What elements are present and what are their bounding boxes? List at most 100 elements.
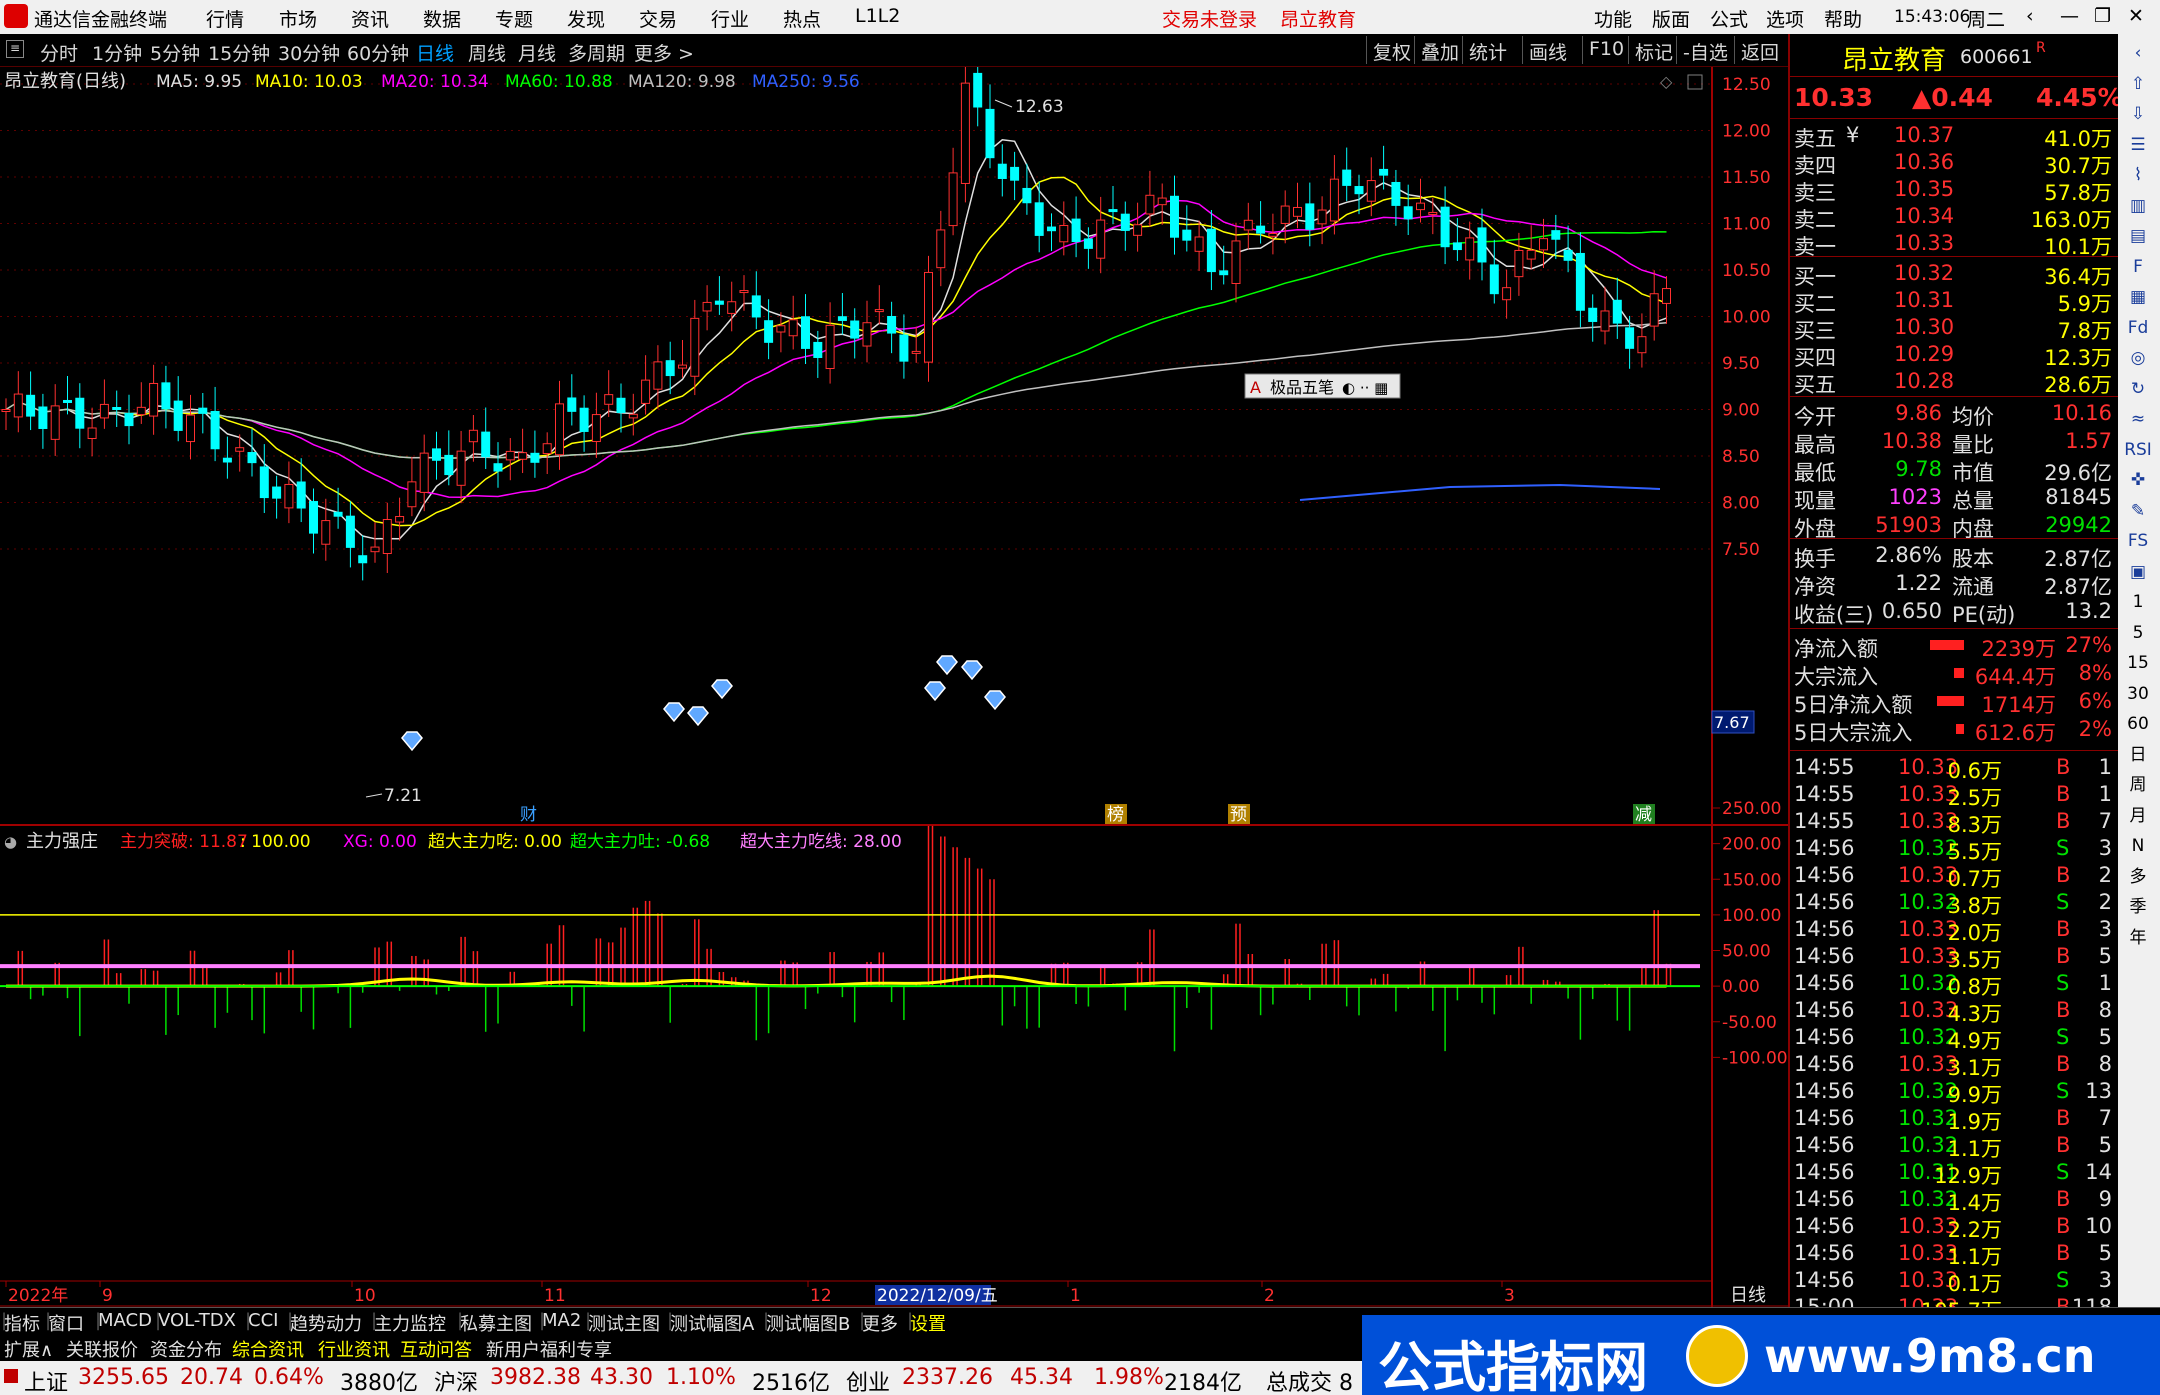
diamond-icon[interactable]: ◇	[1660, 72, 1673, 91]
menu-market[interactable]: 市场	[279, 5, 317, 32]
flow-label[interactable]: 5日大宗流入	[1794, 717, 1912, 747]
period-shortcut-25[interactable]: 月	[2122, 801, 2154, 831]
menu-info[interactable]: 资讯	[351, 5, 389, 32]
menu-help[interactable]: 帮助	[1824, 5, 1862, 32]
tab-period-intraday[interactable]: 分时	[40, 39, 78, 66]
period-shortcut-23[interactable]: 日	[2122, 740, 2154, 770]
tab-period-weekly[interactable]: 周线	[468, 39, 506, 66]
menu-formula[interactable]: 公式	[1710, 5, 1748, 32]
menu-quotes[interactable]: 行情	[206, 5, 244, 32]
event-marker-list[interactable]: 榜	[1107, 805, 1124, 825]
collapse-icon[interactable]: ‹	[2122, 38, 2154, 68]
menu-industry[interactable]: 行业	[711, 5, 749, 32]
event-marker-finance[interactable]: 财	[520, 805, 537, 825]
period-shortcut-29[interactable]: 年	[2122, 923, 2154, 953]
extension-tab[interactable]: 资金分布	[150, 1336, 222, 1362]
extension-tab[interactable]: 综合资讯	[232, 1336, 304, 1362]
tab-period-more[interactable]: 更多 >	[634, 39, 694, 66]
restore-icon[interactable]: ❐	[2094, 5, 2111, 27]
menu-layout[interactable]: 版面	[1652, 5, 1690, 32]
event-marker-reduce[interactable]: 减	[1635, 805, 1652, 825]
mark-button[interactable]: 标记	[1628, 36, 1679, 64]
ime-icon[interactable]: A	[1250, 378, 1261, 397]
flow-label[interactable]: 净流入额	[1794, 633, 1878, 663]
draw-button[interactable]: 画线	[1522, 36, 1573, 64]
grid-icon[interactable]: ▦	[2122, 282, 2154, 312]
tab-period-15min[interactable]: 15分钟	[208, 39, 270, 66]
watchlist-button[interactable]: -自选	[1676, 36, 1734, 64]
pen-icon[interactable]: ✎	[2122, 496, 2154, 526]
calc-icon[interactable]: ▣	[2122, 557, 2154, 587]
candle-icon[interactable]: ▥	[2122, 191, 2154, 221]
tab-period-60min[interactable]: 60分钟	[347, 39, 409, 66]
fund-icon[interactable]: Fd	[2122, 313, 2154, 343]
chart-icon[interactable]: ⌇	[2122, 160, 2154, 190]
extension-tab[interactable]: 行业资讯	[318, 1336, 390, 1362]
ime-moon-icon[interactable]: ◐ ·· ▦	[1342, 379, 1388, 397]
menu-trade[interactable]: 交易	[639, 5, 677, 32]
period-shortcut-21[interactable]: 30	[2122, 679, 2154, 709]
period-shortcut-19[interactable]: 5	[2122, 618, 2154, 648]
f10-button[interactable]: F10	[1582, 36, 1630, 64]
status-index-name[interactable]: 沪深	[434, 1365, 478, 1395]
back-icon[interactable]: ‹	[2026, 5, 2034, 27]
rsi-icon[interactable]: RSI	[2122, 435, 2154, 465]
flow-label[interactable]: 5日净流入额	[1794, 689, 1912, 719]
ime-popup-label[interactable]: 极品五笔	[1270, 378, 1334, 397]
indicator-name[interactable]: 主力强庄	[26, 831, 98, 852]
indicator-tab[interactable]: VOL-TDX	[158, 1310, 236, 1331]
period-shortcut-20[interactable]: 15	[2122, 648, 2154, 678]
menu-data[interactable]: 数据	[423, 5, 461, 32]
flow-label[interactable]: 大宗流入	[1794, 661, 1878, 691]
menu-function[interactable]: 功能	[1594, 5, 1632, 32]
tab-period-monthly[interactable]: 月线	[518, 39, 556, 66]
extension-tab[interactable]: 新用户福利专享	[486, 1336, 612, 1362]
return-button[interactable]: 返回	[1734, 36, 1785, 64]
extension-tab[interactable]: 关联报价	[66, 1336, 138, 1362]
adjust-button[interactable]: 复权	[1366, 36, 1417, 64]
ring-icon[interactable]: ◎	[2122, 343, 2154, 373]
indicator-tab[interactable]: CCI	[248, 1310, 278, 1331]
menu-hot[interactable]: 热点	[783, 5, 821, 32]
menu-topic[interactable]: 专题	[495, 5, 533, 32]
tab-period-30min[interactable]: 30分钟	[278, 39, 340, 66]
down-icon[interactable]: ⇩	[2122, 99, 2154, 129]
refresh-icon[interactable]: ↻	[2122, 374, 2154, 404]
event-marker-forecast[interactable]: 预	[1230, 805, 1247, 825]
status-index-name[interactable]: 上证	[24, 1365, 68, 1395]
tab-period-multi[interactable]: 多周期	[568, 39, 625, 66]
menu-toggle-icon[interactable]: ≡	[6, 40, 24, 58]
tab-period-5min[interactable]: 5分钟	[150, 39, 200, 66]
period-shortcut-28[interactable]: 季	[2122, 892, 2154, 922]
fs-icon[interactable]: FS	[2122, 526, 2154, 556]
indicator-tab[interactable]: MA2	[542, 1310, 581, 1331]
layout-box-icon[interactable]	[1687, 74, 1703, 90]
kline-chart-area[interactable]: 12.50 12.00 11.50 11.00 10.50 10.00 9.50 9.00 8.…	[0, 56, 1788, 1307]
period-shortcut-22[interactable]: 60	[2122, 709, 2154, 739]
period-shortcut-26[interactable]: N	[2122, 831, 2154, 861]
news-icon[interactable]: ▤	[2122, 221, 2154, 251]
kline-chart-svg[interactable]: 12.5012.0011.5011.0010.5010.009.509.008.…	[0, 56, 1788, 1307]
overlay-button[interactable]: 叠加	[1414, 36, 1465, 64]
flow-icon[interactable]: ≈	[2122, 404, 2154, 434]
indicator-tab[interactable]: MACD	[98, 1310, 152, 1331]
stats-button[interactable]: 统计	[1462, 36, 1513, 64]
up-icon[interactable]: ⇧	[2122, 69, 2154, 99]
extension-tab[interactable]: 互动问答	[400, 1336, 472, 1362]
trade-status[interactable]: 交易未登录	[1162, 5, 1257, 32]
list-icon[interactable]: ☰	[2122, 130, 2154, 160]
indicator-collapse-icon[interactable]: ◕	[4, 833, 17, 851]
close-icon[interactable]: ✕	[2128, 5, 2144, 27]
f10-icon[interactable]: F	[2122, 252, 2154, 282]
period-shortcut-27[interactable]: 多	[2122, 862, 2154, 892]
extension-tab[interactable]: 扩展∧	[4, 1336, 53, 1362]
menu-l1l2[interactable]: L1L2	[855, 5, 900, 27]
target-icon[interactable]: ✜	[2122, 465, 2154, 495]
status-index-name[interactable]: 创业	[846, 1365, 890, 1395]
period-shortcut-24[interactable]: 周	[2122, 770, 2154, 800]
period-shortcut-18[interactable]: 1	[2122, 587, 2154, 617]
menu-discover[interactable]: 发现	[567, 5, 605, 32]
tab-period-daily[interactable]: 日线	[416, 39, 454, 66]
menu-options[interactable]: 选项	[1766, 5, 1804, 32]
tab-period-1min[interactable]: 1分钟	[92, 39, 142, 66]
